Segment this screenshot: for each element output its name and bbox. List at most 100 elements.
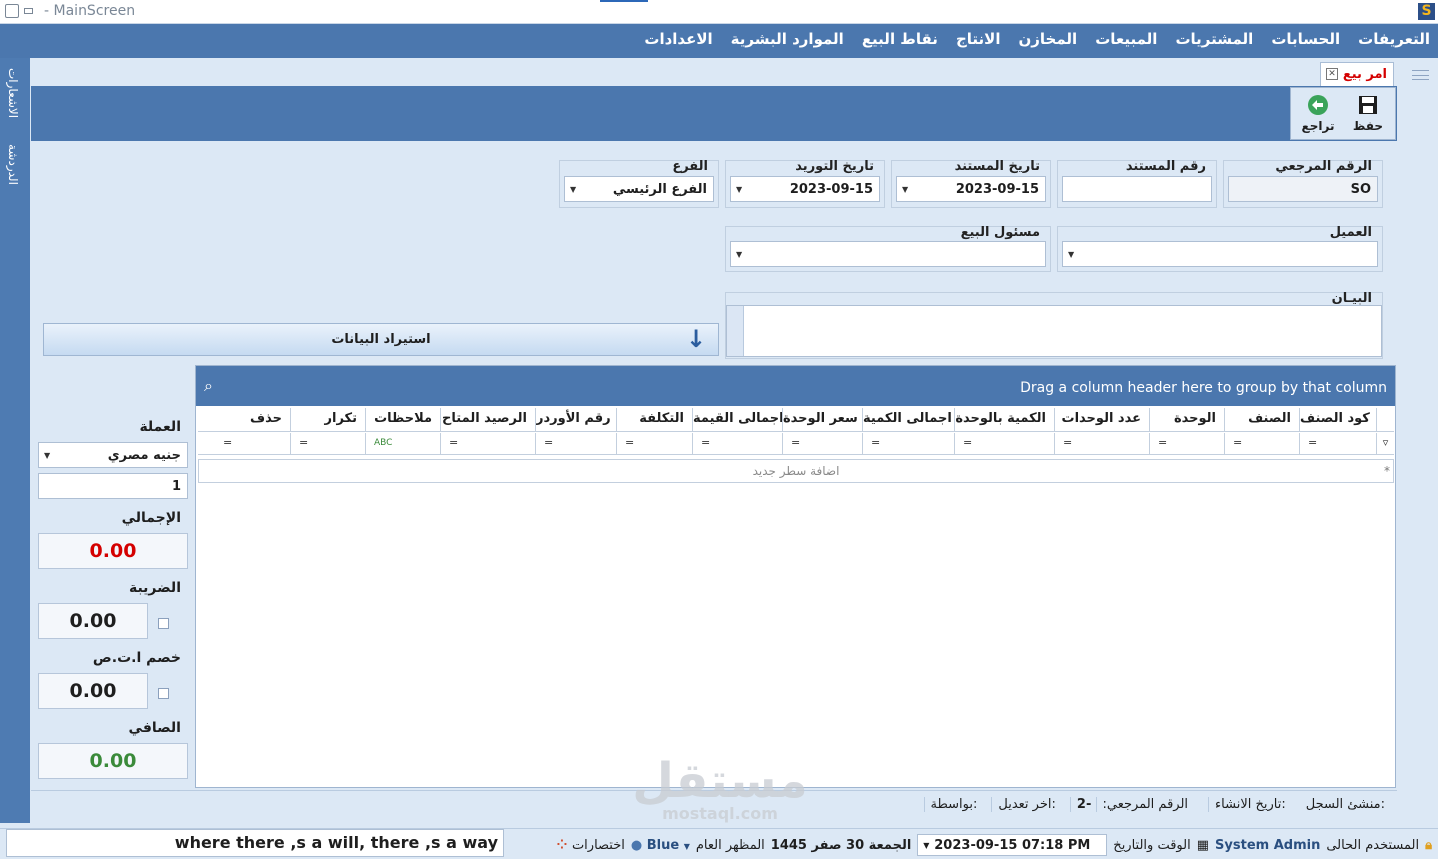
- title-bar: - MainScreen S: [0, 0, 1438, 24]
- filter-cell[interactable]: =: [1149, 433, 1224, 454]
- save-icon: [1359, 96, 1377, 114]
- import-data-button[interactable]: استيراد البيانات ↓: [43, 323, 719, 356]
- col-repeat[interactable]: تكرار: [290, 408, 365, 431]
- ref-no-field[interactable]: SO: [1228, 176, 1378, 202]
- doc-no-label: رقم المستند: [1125, 159, 1206, 174]
- col-unit[interactable]: الوحدة: [1149, 408, 1224, 431]
- chevron-down-icon[interactable]: ▼: [736, 250, 742, 259]
- tax-field[interactable]: 0.00: [38, 603, 148, 639]
- col-total-qty[interactable]: اجمالى الكمية: [862, 408, 954, 431]
- ref-no-group: الرقم المرجعي SO: [1223, 159, 1383, 208]
- hijri-date: الجمعة 30 صفر 1445: [770, 837, 912, 853]
- menu-definitions[interactable]: التعريفات: [1358, 30, 1430, 48]
- record-created: تاريخ الانشاء:: [1208, 797, 1292, 812]
- filter-cell[interactable]: =: [782, 433, 862, 454]
- menu-sales[interactable]: المبيعات: [1095, 30, 1157, 48]
- grid-header-row: كود الصنف الصنف الوحدة عدد الوحدات الكمي…: [198, 408, 1394, 432]
- filter-cell[interactable]: =: [1054, 433, 1149, 454]
- notes-textarea[interactable]: [726, 305, 1382, 357]
- main-menu-bar: التعريفات الحسابات المشتريات المبيعات ال…: [0, 24, 1438, 58]
- filter-cell[interactable]: =: [215, 433, 290, 454]
- net-label: الصافي: [128, 720, 181, 736]
- toolbar: حفظ تراجع: [1290, 87, 1396, 140]
- chevron-down-icon[interactable]: ▼: [902, 185, 908, 194]
- tax-label: الضريبة: [128, 580, 181, 596]
- filter-cell[interactable]: =: [290, 433, 365, 454]
- col-order-no[interactable]: رقم الأوردر: [535, 408, 616, 431]
- text-filter-icon[interactable]: ABC: [365, 433, 440, 454]
- items-grid[interactable]: ⌕ Drag a column header here to group by …: [195, 365, 1396, 788]
- chevron-down-icon[interactable]: ▼: [44, 451, 50, 460]
- filter-cell[interactable]: =: [862, 433, 954, 454]
- add-new-row[interactable]: اضافة سطر جديد *: [198, 459, 1394, 483]
- chevron-down-icon[interactable]: ▼: [923, 841, 929, 850]
- menu-accounts[interactable]: الحسابات: [1271, 30, 1340, 48]
- arrow-down-icon: ↓: [686, 325, 707, 353]
- chevron-down-icon[interactable]: ▼: [570, 185, 576, 194]
- quick-access-icon[interactable]: [24, 8, 33, 14]
- col-unit-count[interactable]: عدد الوحدات: [1054, 408, 1149, 431]
- user-label: المستخدم الحالى: [1326, 837, 1420, 853]
- chevron-down-icon[interactable]: ▼: [1068, 250, 1074, 259]
- supply-date-picker[interactable]: ▼ 2023-09-15: [730, 176, 880, 202]
- col-item[interactable]: الصنف: [1224, 408, 1299, 431]
- discount-field[interactable]: 0.00: [38, 673, 148, 709]
- filter-cell[interactable]: =: [692, 433, 782, 454]
- col-notes[interactable]: ملاحظات: [365, 408, 440, 431]
- discount-checkbox[interactable]: [158, 688, 169, 699]
- notes-label: البيـان: [1331, 291, 1372, 306]
- doc-no-field[interactable]: [1062, 176, 1212, 202]
- branch-select[interactable]: ▼ الفرع الرئيسي: [564, 176, 714, 202]
- save-button[interactable]: حفظ: [1343, 90, 1393, 140]
- menu-icon[interactable]: [1412, 70, 1429, 80]
- filter-cell[interactable]: =: [1224, 433, 1299, 454]
- tab-sales-order[interactable]: ✕ امر بيع: [1320, 62, 1394, 86]
- chevron-down-icon[interactable]: ▼: [736, 185, 742, 194]
- menu-settings[interactable]: الاعدادات: [644, 30, 712, 48]
- salesperson-group: مسئول البيع ▼: [725, 225, 1051, 272]
- filter-cell[interactable]: =: [954, 433, 1054, 454]
- notes-scrollbar[interactable]: [727, 306, 744, 356]
- theme-label: المظهر العام: [695, 837, 765, 853]
- sidebar-tab-notifications[interactable]: الاشعارات: [6, 68, 20, 118]
- window-title: - MainScreen: [44, 3, 136, 19]
- menu-hr[interactable]: الموارد البشرية: [731, 30, 844, 48]
- menu-stores[interactable]: المخازن: [1018, 30, 1077, 48]
- apps-icon: ⁘: [556, 837, 568, 853]
- filter-cell[interactable]: =: [1299, 433, 1376, 454]
- customer-select[interactable]: ▼: [1062, 241, 1378, 267]
- filter-cell[interactable]: =: [616, 433, 692, 454]
- col-cost[interactable]: التكلفة: [616, 408, 692, 431]
- system-menu-icon[interactable]: [5, 4, 19, 18]
- shortcuts-button[interactable]: ⁘ اختصارات: [557, 838, 625, 853]
- tax-checkbox[interactable]: [158, 618, 169, 629]
- watermark: مستقل mostaql.com: [632, 753, 808, 823]
- sidebar-tab-chat[interactable]: الدردشة: [6, 144, 20, 185]
- col-total-value[interactable]: اجمالى القيمة: [692, 408, 782, 431]
- theme-select[interactable]: ● Blue ▼: [631, 838, 690, 853]
- search-icon[interactable]: ⌕: [204, 376, 213, 396]
- col-delete[interactable]: حذف: [215, 408, 290, 431]
- menu-purchases[interactable]: المشتريات: [1175, 30, 1253, 48]
- filter-cell[interactable]: =: [535, 433, 616, 454]
- col-available-balance[interactable]: الرصيد المتاح: [440, 408, 535, 431]
- salesperson-select[interactable]: ▼: [730, 241, 1046, 267]
- menu-production[interactable]: الانتاج: [956, 30, 1001, 48]
- undo-button[interactable]: تراجع: [1293, 90, 1343, 140]
- col-qty-per-unit[interactable]: الكمية بالوحدة: [954, 408, 1054, 431]
- tab-label: امر بيع: [1342, 67, 1387, 82]
- exchange-rate-field[interactable]: 1: [38, 473, 188, 499]
- group-panel[interactable]: ⌕ Drag a column header here to group by …: [196, 366, 1395, 406]
- back-arrow-icon: [1308, 95, 1328, 115]
- col-unit-price[interactable]: سعر الوحدة: [782, 408, 862, 431]
- menu-pos[interactable]: نقاط البيع: [862, 30, 938, 48]
- close-tab-icon[interactable]: ✕: [1326, 68, 1338, 80]
- doc-date-picker[interactable]: ▼ 2023-09-15: [896, 176, 1046, 202]
- filter-icon[interactable]: ▿: [1376, 433, 1394, 454]
- filter-cell[interactable]: =: [440, 433, 535, 454]
- currency-select[interactable]: ▼ جنيه مصري: [38, 442, 188, 468]
- datetime-label: الوقت والتاريخ: [1113, 837, 1191, 853]
- col-item-code[interactable]: كود الصنف: [1299, 408, 1376, 431]
- datetime-picker[interactable]: ▼ 2023-09-15 07:18 PM: [917, 834, 1108, 856]
- motto-ticker: where there ,s a will, there ,s a way: [6, 829, 504, 857]
